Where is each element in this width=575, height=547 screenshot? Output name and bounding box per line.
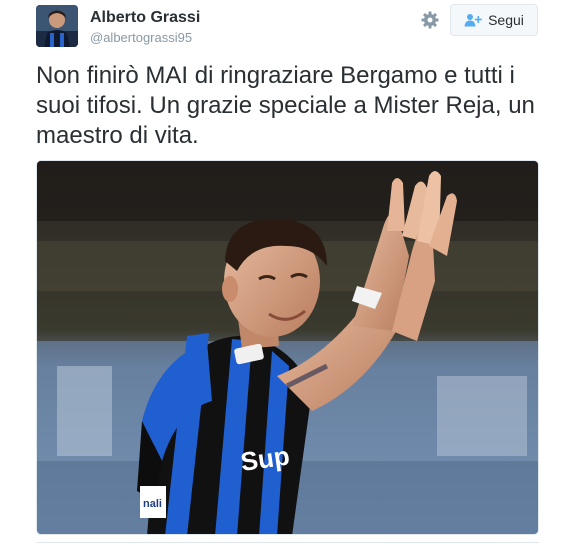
follow-label: Segui [488,12,524,28]
photo-player-applauding: nali Sup [37,161,538,534]
user-name[interactable]: Alberto Grassi [90,9,200,27]
avatar[interactable] [36,5,78,47]
tweet-text: Non finirò MAI di ringraziare Bergamo e … [36,62,535,149]
user-handle[interactable]: @albertograssi95 [90,30,192,45]
add-user-icon [464,13,482,27]
follow-button[interactable]: Segui [450,4,538,36]
tweet-photo[interactable]: nali Sup [36,160,539,535]
gear-icon[interactable] [420,10,440,30]
sleeve-text: nali [143,498,162,510]
divider [36,542,539,543]
avatar-image [36,5,78,47]
